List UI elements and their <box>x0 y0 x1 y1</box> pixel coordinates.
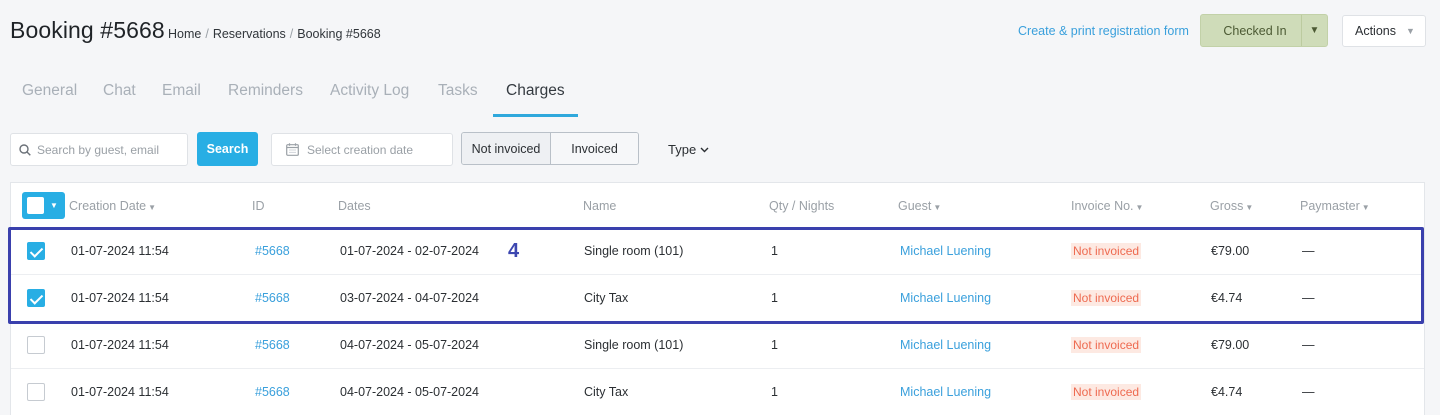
breadcrumb-reservations[interactable]: Reservations <box>213 27 286 41</box>
invoice-status-toggle: Not invoiced Invoiced <box>461 132 639 165</box>
breadcrumb-home[interactable]: Home <box>168 27 201 41</box>
table-row[interactable]: 01-07-2024 11:54 #5668 04-07-2024 - 05-0… <box>11 369 1424 415</box>
type-label: Type <box>668 142 697 157</box>
tab-reminders[interactable]: Reminders <box>228 82 303 100</box>
cell-id-link[interactable]: #5668 <box>255 291 290 305</box>
cell-id-link[interactable]: #5668 <box>255 338 290 352</box>
tab-tasks[interactable]: Tasks <box>438 82 478 100</box>
tab-charges[interactable]: Charges <box>506 82 565 100</box>
sort-icon: ▼ <box>148 203 157 212</box>
search-button[interactable]: Search <box>197 132 258 166</box>
col-invoice-no[interactable]: Invoice No. ▼ <box>1071 199 1143 213</box>
table-row[interactable]: 01-07-2024 11:54 #5668 04-07-2024 - 05-0… <box>11 322 1424 369</box>
status-label: Checked In <box>1223 23 1287 38</box>
cell-name: Single room (101) <box>584 338 684 352</box>
col-id: ID <box>252 199 265 213</box>
status-button[interactable]: Checked In ▼ <box>1200 14 1328 47</box>
cell-gross: €4.74 <box>1211 385 1243 399</box>
invoice-status-badge: Not invoiced <box>1071 290 1142 306</box>
cell-name: City Tax <box>584 385 629 399</box>
col-name: Name <box>583 199 617 213</box>
cell-dates: 03-07-2024 - 04-07-2024 <box>340 291 479 305</box>
charges-table: ▼ Creation Date ▼ ID Dates Name Qty / Nig… <box>10 182 1425 415</box>
cell-created: 01-07-2024 11:54 <box>71 291 169 305</box>
cell-name: Single room (101) <box>584 244 684 258</box>
sort-icon: ▼ <box>933 203 942 212</box>
cell-dates: 01-07-2024 - 02-07-2024 <box>340 244 479 258</box>
search-input[interactable] <box>37 142 177 157</box>
actions-button[interactable]: Actions ▼ <box>1342 15 1426 47</box>
registration-form-link[interactable]: Create & print registration form <box>1018 24 1189 38</box>
cell-qty: 1 <box>771 291 778 305</box>
type-dropdown[interactable]: Type <box>668 142 709 157</box>
search-icon <box>19 143 31 156</box>
chevron-down-icon: ▼ <box>1406 26 1415 36</box>
table-row[interactable]: 01-07-2024 11:54 #5668 03-07-2024 - 04-0… <box>11 275 1424 322</box>
table-row[interactable]: 01-07-2024 11:54 #5668 01-07-2024 - 02-0… <box>11 228 1424 275</box>
cell-gross: €79.00 <box>1211 338 1250 352</box>
select-all-dropdown[interactable]: ▼ <box>22 192 65 219</box>
sort-icon: ▼ <box>1361 203 1370 212</box>
cell-gross: €4.74 <box>1211 291 1243 305</box>
filter-not-invoiced[interactable]: Not invoiced <box>462 133 551 164</box>
row-checkbox[interactable] <box>27 336 45 354</box>
cell-qty: 1 <box>771 244 778 258</box>
cell-paymaster: — <box>1302 385 1315 399</box>
cell-id-link[interactable]: #5668 <box>255 244 290 258</box>
cell-created: 01-07-2024 11:54 <box>71 244 169 258</box>
annotation-step-number: 4 <box>508 240 520 262</box>
sort-icon: ▼ <box>1135 203 1144 212</box>
chevron-down-icon[interactable]: ▼ <box>50 201 58 210</box>
select-all-checkbox[interactable] <box>27 197 44 214</box>
col-creation-date[interactable]: Creation Date ▼ <box>69 199 156 213</box>
creation-date-input[interactable] <box>307 142 447 157</box>
cell-dates: 04-07-2024 - 05-07-2024 <box>340 385 479 399</box>
cell-id-link[interactable]: #5668 <box>255 385 290 399</box>
cell-paymaster: — <box>1302 291 1315 305</box>
invoice-status-badge: Not invoiced <box>1071 384 1142 400</box>
cell-guest-link[interactable]: Michael Luening <box>900 291 991 305</box>
cell-dates: 04-07-2024 - 05-07-2024 <box>340 338 479 352</box>
cell-paymaster: — <box>1302 338 1315 352</box>
row-checkbox[interactable] <box>27 383 45 401</box>
col-guest[interactable]: Guest ▼ <box>898 199 941 213</box>
tab-activity-log[interactable]: Activity Log <box>330 82 409 100</box>
row-checkbox[interactable] <box>27 289 45 307</box>
tab-chat[interactable]: Chat <box>103 82 136 100</box>
cell-gross: €79.00 <box>1211 244 1250 258</box>
cell-guest-link[interactable]: Michael Luening <box>900 244 991 258</box>
actions-label: Actions <box>1355 24 1396 38</box>
cell-guest-link[interactable]: Michael Luening <box>900 385 991 399</box>
breadcrumb: Home / Reservations / Booking #5668 <box>168 27 381 41</box>
filter-invoiced[interactable]: Invoiced <box>551 133 638 164</box>
cell-created: 01-07-2024 11:54 <box>71 338 169 352</box>
creation-date-field[interactable] <box>271 133 453 166</box>
sort-icon: ▼ <box>1245 203 1254 212</box>
cell-created: 01-07-2024 11:54 <box>71 385 169 399</box>
chevron-down-icon[interactable]: ▼ <box>1301 15 1327 46</box>
cell-name: City Tax <box>584 291 629 305</box>
col-dates: Dates <box>338 199 371 213</box>
active-tab-indicator <box>493 114 578 117</box>
col-gross[interactable]: Gross ▼ <box>1210 199 1253 213</box>
invoice-status-badge: Not invoiced <box>1071 243 1142 259</box>
calendar-icon <box>286 143 299 156</box>
col-qty-nights: Qty / Nights <box>769 199 835 213</box>
search-field[interactable] <box>10 133 188 166</box>
cell-qty: 1 <box>771 338 778 352</box>
cell-qty: 1 <box>771 385 778 399</box>
tab-email[interactable]: Email <box>162 82 201 100</box>
breadcrumb-current: Booking #5668 <box>297 27 381 41</box>
table-header: ▼ Creation Date ▼ ID Dates Name Qty / Nig… <box>11 183 1424 228</box>
col-paymaster[interactable]: Paymaster ▼ <box>1300 199 1370 213</box>
tab-general[interactable]: General <box>22 82 77 100</box>
tab-bar: General Chat Email Reminders Activity Lo… <box>0 72 1440 118</box>
chevron-down-icon <box>700 147 709 152</box>
page-title: Booking #5668 <box>10 17 165 43</box>
cell-paymaster: — <box>1302 244 1315 258</box>
page-header: Booking #5668 Home / Reservations / Booking … <box>0 0 1440 62</box>
invoice-status-badge: Not invoiced <box>1071 337 1142 353</box>
row-checkbox[interactable] <box>27 242 45 260</box>
cell-guest-link[interactable]: Michael Luening <box>900 338 991 352</box>
